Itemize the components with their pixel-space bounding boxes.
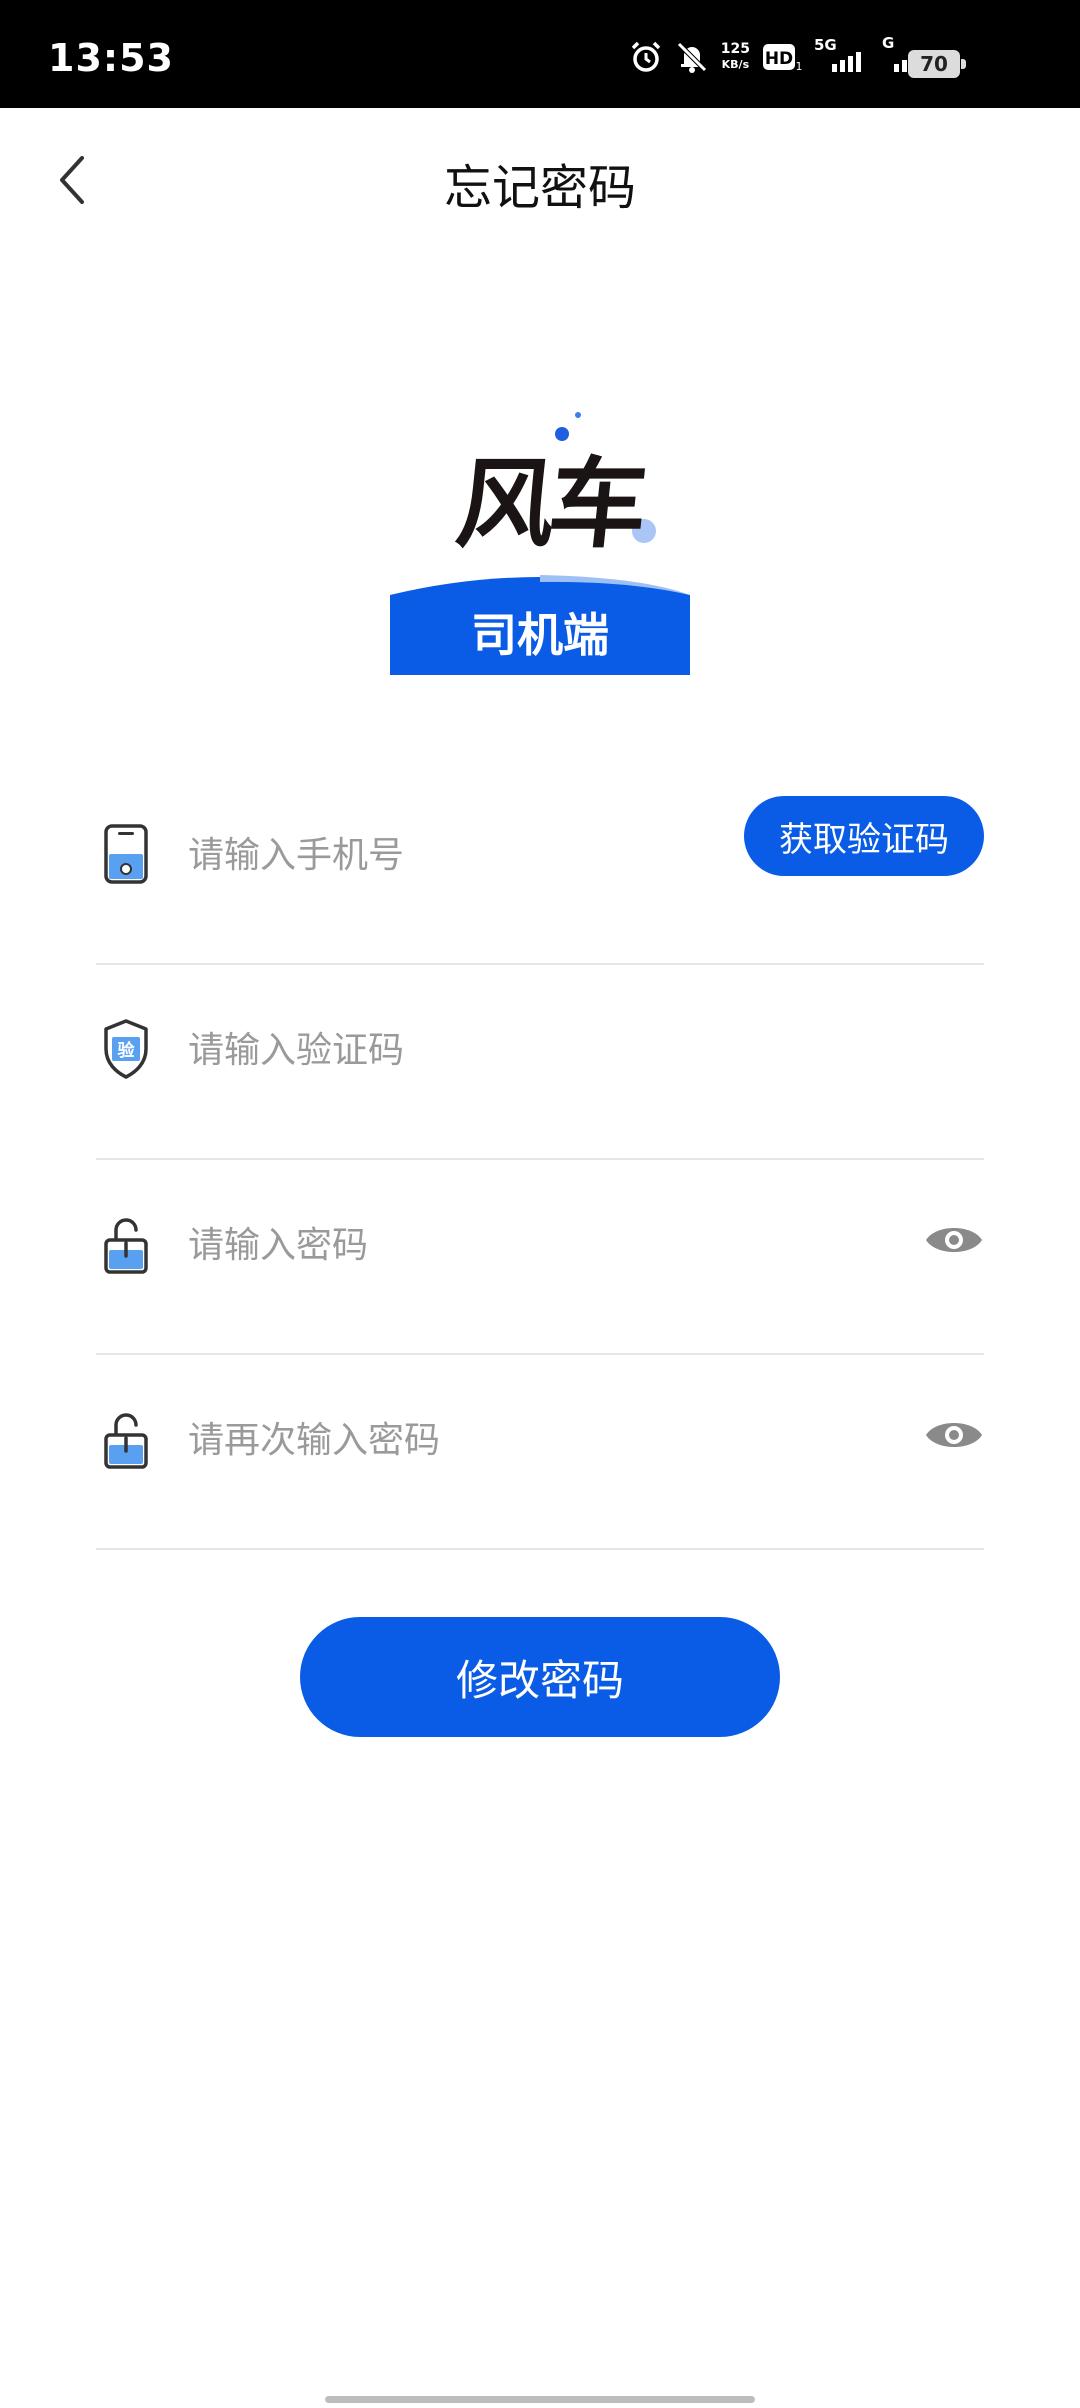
network-speed: 125 KB/s	[721, 42, 750, 72]
status-time: 13:53	[48, 36, 174, 80]
code-field-row: 验	[96, 965, 984, 1160]
password-field-row	[96, 1160, 984, 1355]
logo-brand-text: 风车	[451, 447, 648, 562]
get-code-button[interactable]: 获取验证码	[744, 796, 984, 876]
lock-icon	[104, 1413, 148, 1469]
svg-text:验: 验	[118, 1040, 136, 1061]
status-bar: 13:53 125 KB/s HD 1 5G G 70	[0, 0, 1080, 108]
app-logo: 风车 司机端	[380, 405, 700, 675]
phone-input[interactable]	[186, 820, 746, 890]
hd-icon: HD 1	[763, 44, 803, 72]
home-indicator[interactable]	[325, 2396, 755, 2403]
reset-password-form: 获取验证码 验	[96, 770, 984, 1550]
logo-badge: 司机端	[390, 573, 690, 675]
mute-bell-icon	[676, 42, 707, 73]
svg-text:1: 1	[796, 60, 803, 72]
status-icons: 125 KB/s HD 1 5G G	[629, 34, 930, 74]
eye-icon[interactable]	[924, 1415, 984, 1455]
battery-indicator: 70	[908, 50, 966, 78]
svg-text:HD: HD	[765, 49, 793, 69]
network-speed-unit: KB/s	[721, 58, 750, 71]
confirm-password-field-row	[96, 1355, 984, 1550]
alarm-icon	[631, 41, 661, 72]
logo-subtitle: 司机端	[471, 608, 609, 662]
signal-5g: 5G	[814, 36, 868, 74]
eye-icon[interactable]	[924, 1220, 984, 1260]
confirm-password-input[interactable]	[186, 1405, 746, 1475]
network-speed-value: 125	[720, 41, 750, 57]
phone-field-row: 获取验证码	[96, 770, 984, 965]
page-title: 忘记密码	[443, 160, 636, 216]
code-input[interactable]	[186, 1015, 746, 1085]
password-input[interactable]	[186, 1210, 746, 1280]
shield-verify-icon: 验	[104, 1019, 148, 1079]
phone-icon	[104, 824, 148, 884]
signal-5g-bars-icon	[832, 52, 861, 72]
submit-button[interactable]: 修改密码	[300, 1617, 780, 1737]
lock-icon	[104, 1218, 148, 1274]
nav-bar: 忘记密码	[0, 108, 1080, 252]
